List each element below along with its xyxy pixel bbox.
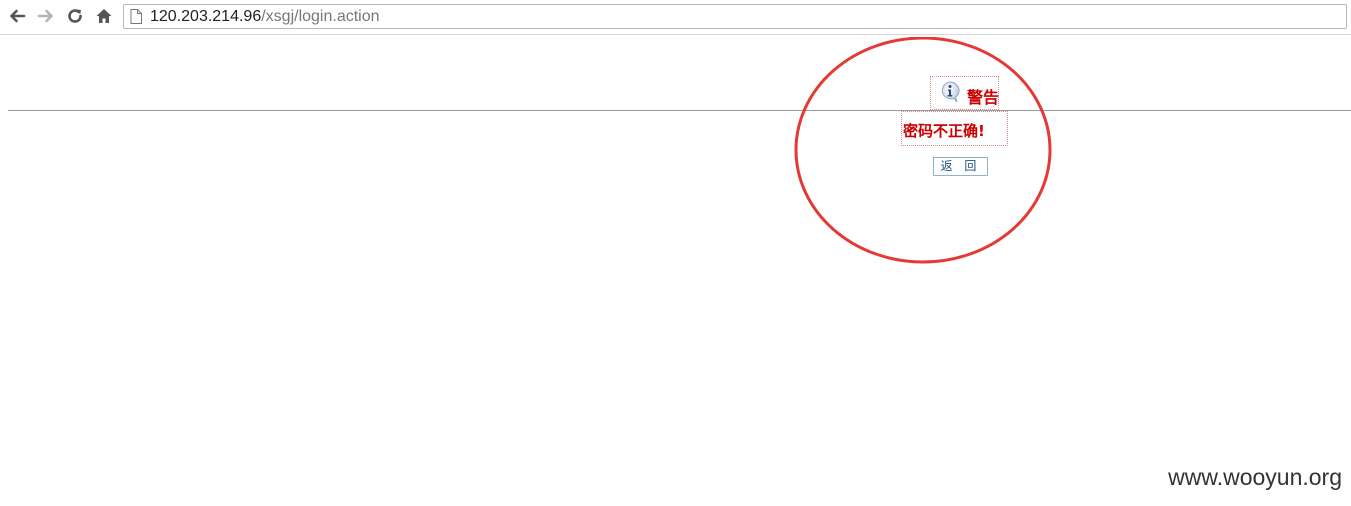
home-icon (96, 9, 112, 23)
annotation-circle (794, 37, 1052, 264)
back-arrow-icon (10, 9, 26, 23)
url-path: /xsgj/login.action (261, 8, 380, 25)
horizontal-divider (8, 110, 1351, 111)
forward-arrow-icon (37, 9, 53, 23)
home-button[interactable] (93, 5, 115, 27)
browser-toolbar: 120.203.214.96/xsgj/login.action (0, 0, 1351, 35)
reload-icon (68, 9, 82, 23)
watermark: www.wooyun.org (1168, 464, 1342, 490)
url-text: 120.203.214.96/xsgj/login.action (150, 7, 380, 27)
address-bar[interactable]: 120.203.214.96/xsgj/login.action (123, 4, 1347, 29)
page-icon (130, 9, 142, 24)
forward-button[interactable] (35, 5, 57, 27)
back-button[interactable] (6, 5, 28, 27)
reload-button[interactable] (64, 5, 86, 27)
url-host: 120.203.214.96 (150, 8, 262, 25)
